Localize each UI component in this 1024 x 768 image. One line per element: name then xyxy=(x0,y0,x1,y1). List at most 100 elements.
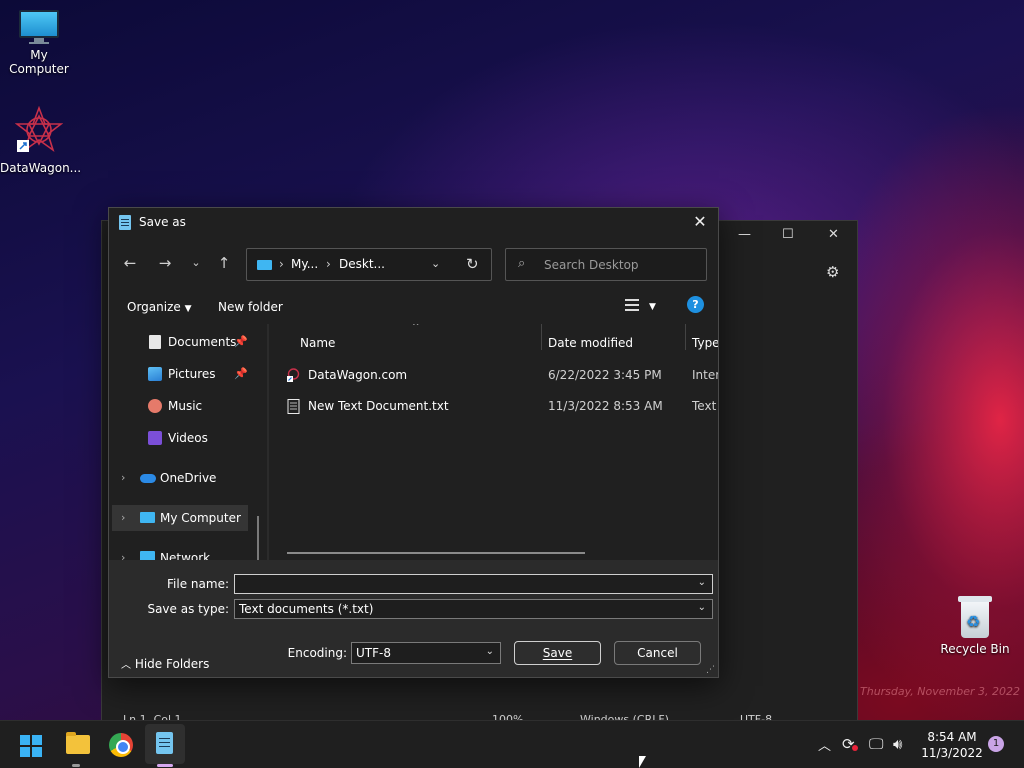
cloud-icon xyxy=(140,474,156,483)
chevron-down-icon[interactable]: ⌄ xyxy=(185,252,207,274)
desktop-icon-label: DataWagon... xyxy=(0,161,82,175)
column-header-name[interactable]: Name xyxy=(300,336,335,350)
breadcrumb-separator-icon: › xyxy=(326,257,331,271)
resize-grip-icon[interactable]: ⋰ xyxy=(706,665,715,675)
refresh-icon[interactable]: ↻ xyxy=(466,255,479,273)
column-header-type[interactable]: Type xyxy=(692,336,718,350)
datawagon-shortcut-icon xyxy=(287,368,300,382)
new-folder-button[interactable]: New folder xyxy=(218,300,283,314)
column-header-date-modified[interactable]: Date modified xyxy=(548,336,633,350)
gear-icon[interactable]: ⚙ xyxy=(826,263,839,281)
file-date: 6/22/2022 3:45 PM xyxy=(548,368,662,382)
save-as-type-select[interactable]: Text documents (*.txt) ⌄ xyxy=(234,599,713,619)
hide-folders-button[interactable]: ︿ Hide Folders xyxy=(121,656,209,671)
save-as-dialog: Save as ✕ ← → ⌄ ↑ › My... › Deskt... ⌄ ↻… xyxy=(108,207,719,678)
videos-icon xyxy=(148,431,162,445)
chevron-down-icon[interactable]: ⌄ xyxy=(431,257,440,270)
close-icon[interactable]: ✕ xyxy=(828,227,839,242)
navigation-scrollbar[interactable] xyxy=(257,516,259,560)
volume-icon[interactable]: 🔊︎ xyxy=(893,735,902,753)
view-options-icon[interactable] xyxy=(625,299,639,311)
chevron-down-icon: ⌄ xyxy=(697,602,706,613)
column-separator[interactable] xyxy=(685,324,686,350)
forward-arrow-icon[interactable]: → xyxy=(154,252,176,274)
active-indicator xyxy=(157,764,173,767)
search-input[interactable] xyxy=(544,256,699,274)
back-arrow-icon[interactable]: ← xyxy=(119,252,141,274)
nav-item-documents[interactable]: Documents 📌 xyxy=(109,329,255,355)
caret-down-icon: ▼ xyxy=(184,304,192,314)
save-button[interactable]: Save xyxy=(514,641,601,665)
file-list: ^ Name Date modified Type DataWagon.com … xyxy=(269,324,718,560)
nav-item-label: Documents xyxy=(168,335,237,349)
running-indicator xyxy=(72,764,80,767)
cancel-button[interactable]: Cancel xyxy=(614,641,701,665)
dialog-titlebar[interactable]: Save as ✕ xyxy=(109,208,718,237)
desktop-icon-label: Recycle Bin xyxy=(940,642,1010,656)
nav-item-my-computer[interactable]: › My Computer xyxy=(112,505,248,531)
clock-time: 8:54 AM xyxy=(927,730,977,744)
navigation-bar: ← → ⌄ ↑ › My... › Deskt... ⌄ ↻ ⌕ xyxy=(109,237,718,289)
chevron-up-icon: ︿ xyxy=(121,660,131,671)
chevron-right-icon[interactable]: › xyxy=(121,551,125,560)
nav-item-label: Pictures xyxy=(168,367,216,381)
encoding-select[interactable]: UTF-8 ⌄ xyxy=(351,642,501,664)
clock-date: 11/3/2022 xyxy=(921,746,983,760)
file-name: DataWagon.com xyxy=(308,368,408,382)
caret-down-icon[interactable]: ▼ xyxy=(649,302,656,312)
navigation-pane: Documents 📌 Pictures 📌 Music Videos › On… xyxy=(109,324,267,560)
search-icon: ⌕ xyxy=(518,256,526,271)
maximize-icon[interactable]: ☐ xyxy=(782,227,794,242)
text-document-icon xyxy=(287,399,300,414)
alert-dot-icon xyxy=(852,745,858,751)
network-icon xyxy=(140,551,155,560)
breadcrumb-my-computer[interactable]: My... xyxy=(291,257,318,271)
file-type: Intern xyxy=(692,368,718,382)
file-explorer-icon[interactable] xyxy=(66,732,90,754)
horizontal-scrollbar[interactable] xyxy=(287,552,585,554)
organize-button[interactable]: Organize ▼ xyxy=(127,300,192,314)
system-clock[interactable]: 8:54 AM 11/3/2022 xyxy=(920,729,984,761)
file-row[interactable]: New Text Document.txt 11/3/2022 8:53 AM … xyxy=(283,393,718,419)
nav-item-onedrive[interactable]: › OneDrive xyxy=(109,465,255,491)
save-as-type-label: Save as type: xyxy=(147,602,229,616)
file-name: New Text Document.txt xyxy=(308,399,449,413)
search-box[interactable]: ⌕ xyxy=(505,248,707,281)
desktop-icon-my-computer[interactable]: My Computer xyxy=(0,10,78,76)
file-row[interactable]: DataWagon.com 6/22/2022 3:45 PM Intern xyxy=(283,362,718,388)
chrome-icon[interactable] xyxy=(109,733,133,757)
pin-icon: 📌 xyxy=(234,335,248,348)
nav-item-network[interactable]: › Network xyxy=(109,545,255,560)
windows-start-icon[interactable] xyxy=(20,735,42,757)
sort-ascending-icon: ^ xyxy=(412,324,420,332)
desktop-icon-recycle-bin[interactable]: ♻ Recycle Bin xyxy=(936,596,1014,656)
nav-item-videos[interactable]: Videos xyxy=(109,425,255,451)
chevron-right-icon[interactable]: › xyxy=(121,511,125,524)
breadcrumb-desktop[interactable]: Deskt... xyxy=(339,257,385,271)
recycle-bin-icon: ♻ xyxy=(958,596,992,638)
desktop-date-watermark: Thursday, November 3, 2022 xyxy=(860,685,1020,698)
datawagon-logo-icon xyxy=(14,105,64,153)
nav-item-pictures[interactable]: Pictures 📌 xyxy=(109,361,255,387)
nav-item-label: OneDrive xyxy=(160,471,217,485)
address-bar[interactable]: › My... › Deskt... ⌄ ↻ xyxy=(246,248,492,281)
notification-badge[interactable]: 1 xyxy=(988,736,1004,752)
nav-item-music[interactable]: Music xyxy=(109,393,255,419)
chevron-up-icon[interactable]: ︿ xyxy=(818,735,831,754)
organize-label: Organize xyxy=(127,300,181,314)
chevron-right-icon[interactable]: › xyxy=(121,471,125,484)
minimize-icon[interactable]: — xyxy=(738,227,751,242)
pictures-icon xyxy=(148,367,162,381)
documents-icon xyxy=(149,335,161,349)
file-name-input[interactable]: ⌄ xyxy=(234,574,713,594)
close-icon[interactable]: ✕ xyxy=(690,212,710,232)
desktop-icon-datawagon[interactable]: DataWagon... xyxy=(0,105,82,175)
chevron-down-icon[interactable]: ⌄ xyxy=(698,577,706,588)
file-date: 11/3/2022 8:53 AM xyxy=(548,399,663,413)
network-icon[interactable]: 🖵 xyxy=(869,735,883,753)
help-icon[interactable]: ? xyxy=(687,296,704,313)
save-as-type-value: Text documents (*.txt) xyxy=(239,602,374,616)
up-arrow-icon[interactable]: ↑ xyxy=(213,252,235,274)
dialog-title: Save as xyxy=(139,215,186,229)
column-separator[interactable] xyxy=(541,324,542,350)
